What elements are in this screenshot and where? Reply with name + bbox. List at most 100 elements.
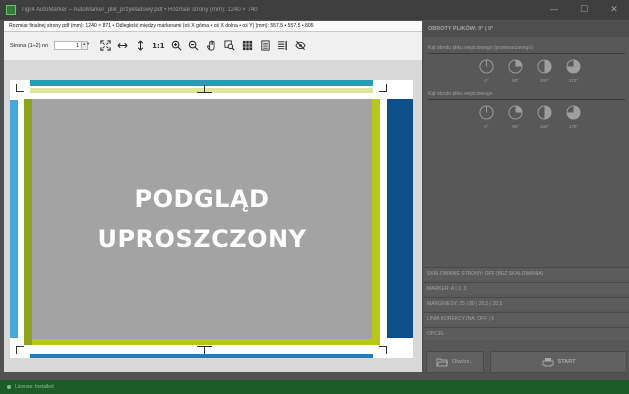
marker-option[interactable]: MARKER: A | 1, 3	[424, 282, 629, 295]
preview-canvas: PODGLĄD UPROSZCZONY	[4, 60, 422, 372]
page-view-button[interactable]	[259, 39, 272, 52]
rotation-group-label-1: Kąt obrotu pliku wejściowego (przetwarza…	[428, 45, 533, 51]
file-rotation-header: OBROTY PLIKÓW: 0° | 0°	[424, 21, 629, 37]
fit-height-icon	[137, 40, 144, 51]
options-section[interactable]: OPCJE	[424, 327, 629, 340]
rotation-label: 90°	[512, 78, 519, 83]
rotation-180-icon	[537, 59, 552, 74]
settings-panel: OBROTY PLIKÓW: 0° | 0° Kąt obrotu pliku …	[424, 21, 629, 373]
eye-off-icon	[295, 40, 306, 51]
preview-page: PODGLĄD UPROSZCZONY	[10, 80, 413, 358]
right-navy-bar	[387, 99, 413, 338]
rotation-option-0[interactable]: 0°	[472, 105, 501, 129]
start-button[interactable]: START	[490, 351, 627, 373]
fit-width-icon	[117, 42, 128, 49]
page-number-input[interactable]	[54, 41, 83, 50]
rotation-270-icon	[566, 59, 581, 74]
fit-page-icon	[99, 40, 111, 51]
app-logo-icon	[6, 5, 16, 15]
hand-icon	[207, 40, 215, 51]
zoom-out-button[interactable]	[187, 39, 200, 52]
license-status-icon	[7, 384, 11, 389]
rotation-label: 180°	[539, 124, 550, 129]
align-lines-icon	[278, 40, 288, 51]
top-color-bar	[30, 80, 373, 86]
rotation-label: 180°	[539, 78, 550, 83]
license-status-text: License: Installed	[15, 384, 54, 390]
bottom-center-marker-stem	[204, 346, 205, 354]
page-info-bar: Rozmiar finalnej strony pdf (mm): 1240 ×…	[4, 21, 422, 32]
bottom-color-bar	[30, 354, 373, 358]
pan-hand-button[interactable]	[205, 39, 218, 52]
rotation-option-180[interactable]: 180°	[530, 59, 559, 83]
page-scaling-option[interactable]: SKALOWANIE STRONY: OFF (BEZ SKALOWANIA)	[424, 267, 629, 280]
start-label: START	[557, 359, 576, 365]
grid-view-button[interactable]	[241, 39, 254, 52]
page-number-label: Strona (1÷2) nn	[10, 42, 49, 49]
zoom-area-icon	[224, 40, 235, 51]
title-bar: Tlgr4 AutoMarker – AutoMarker_plik_przyk…	[0, 0, 629, 20]
open-file-button[interactable]: Otwórz...	[426, 351, 484, 373]
actual-size-button[interactable]: 1:1	[152, 39, 165, 52]
correction-line-option[interactable]: LINIA KOREKCYJNA: OFF | 6	[424, 312, 629, 325]
page-number-spinner[interactable]: ▲▼	[82, 41, 90, 50]
fit-width-button[interactable]	[116, 39, 129, 52]
rotation-option-90[interactable]: 90°	[501, 59, 530, 83]
preview-title-line1: PODGLĄD	[134, 185, 270, 213]
crop-mark-bottom-right	[379, 346, 387, 354]
window-title: Tlgr4 AutoMarker – AutoMarker_plik_przyk…	[21, 7, 258, 13]
rotation-options-2: 0° 90° 180° 270°	[424, 105, 629, 129]
simplified-preview-area: PODGLĄD UPROSZCZONY	[32, 99, 372, 339]
maximize-button[interactable]: ☐	[569, 0, 599, 20]
hide-markers-button[interactable]	[294, 39, 307, 52]
page-icon	[260, 40, 270, 51]
open-file-label: Otwórz...	[451, 359, 474, 365]
rotation-option-90[interactable]: 90°	[501, 105, 530, 129]
rotation-option-270[interactable]: 270°	[559, 59, 588, 83]
group-divider	[428, 53, 625, 54]
rotation-label: 270°	[568, 124, 579, 129]
actual-size-label: 1:1	[152, 41, 165, 50]
rotation-options-1: 0° 90° 180° 270°	[424, 59, 629, 83]
fit-height-button[interactable]	[134, 39, 147, 52]
right-lime-bar	[372, 99, 380, 345]
margins-option[interactable]: MARGINESY: 25 | 80 | 20,5 | 20,5	[424, 297, 629, 310]
rotation-label: 0°	[484, 124, 489, 129]
rotation-group-label-2: Kąt obrotu pliku wejściowego	[428, 91, 493, 97]
zoom-in-button[interactable]	[170, 39, 183, 52]
left-lime-bar	[24, 99, 32, 345]
rotation-180-icon	[537, 105, 552, 120]
zoom-out-icon	[189, 40, 199, 51]
zoom-area-button[interactable]	[223, 39, 236, 52]
zoom-in-icon	[171, 40, 182, 51]
preview-toolbar: Strona (1÷2) nn ▲▼ 1:1	[4, 32, 422, 59]
rotation-90-icon	[508, 59, 523, 74]
crop-mark-top-right	[379, 84, 387, 92]
rotation-label: 90°	[512, 124, 519, 129]
preview-title-line2: UPROSZCZONY	[97, 225, 307, 253]
preview-panel: Rozmiar finalnej strony pdf (mm): 1240 ×…	[4, 21, 422, 372]
group-divider	[428, 99, 625, 100]
rotation-option-0[interactable]: 0°	[472, 59, 501, 83]
status-bar: License: Installed	[0, 380, 629, 394]
printer-icon	[542, 358, 553, 367]
crop-mark-bottom-left	[16, 346, 24, 354]
rotation-option-270[interactable]: 270°	[559, 105, 588, 129]
top-center-marker-stem	[204, 85, 205, 93]
fit-page-button[interactable]	[99, 39, 112, 52]
rotation-90-icon	[508, 105, 523, 120]
rotation-option-180[interactable]: 180°	[530, 105, 559, 129]
rotation-label: 0°	[484, 78, 489, 83]
close-button[interactable]: ✕	[599, 0, 629, 20]
rotation-0-icon	[479, 59, 494, 74]
left-blue-bar	[10, 100, 18, 338]
app-window: Tlgr4 AutoMarker – AutoMarker_plik_przyk…	[0, 0, 629, 394]
crop-mark-top-left	[16, 84, 24, 92]
grid-icon	[242, 40, 252, 51]
align-right-button[interactable]	[276, 39, 289, 52]
rotation-0-icon	[479, 105, 494, 120]
rotation-270-icon	[566, 105, 581, 120]
minimize-button[interactable]: —	[539, 0, 569, 20]
rotation-label: 270°	[568, 78, 579, 83]
folder-open-icon	[436, 358, 448, 367]
